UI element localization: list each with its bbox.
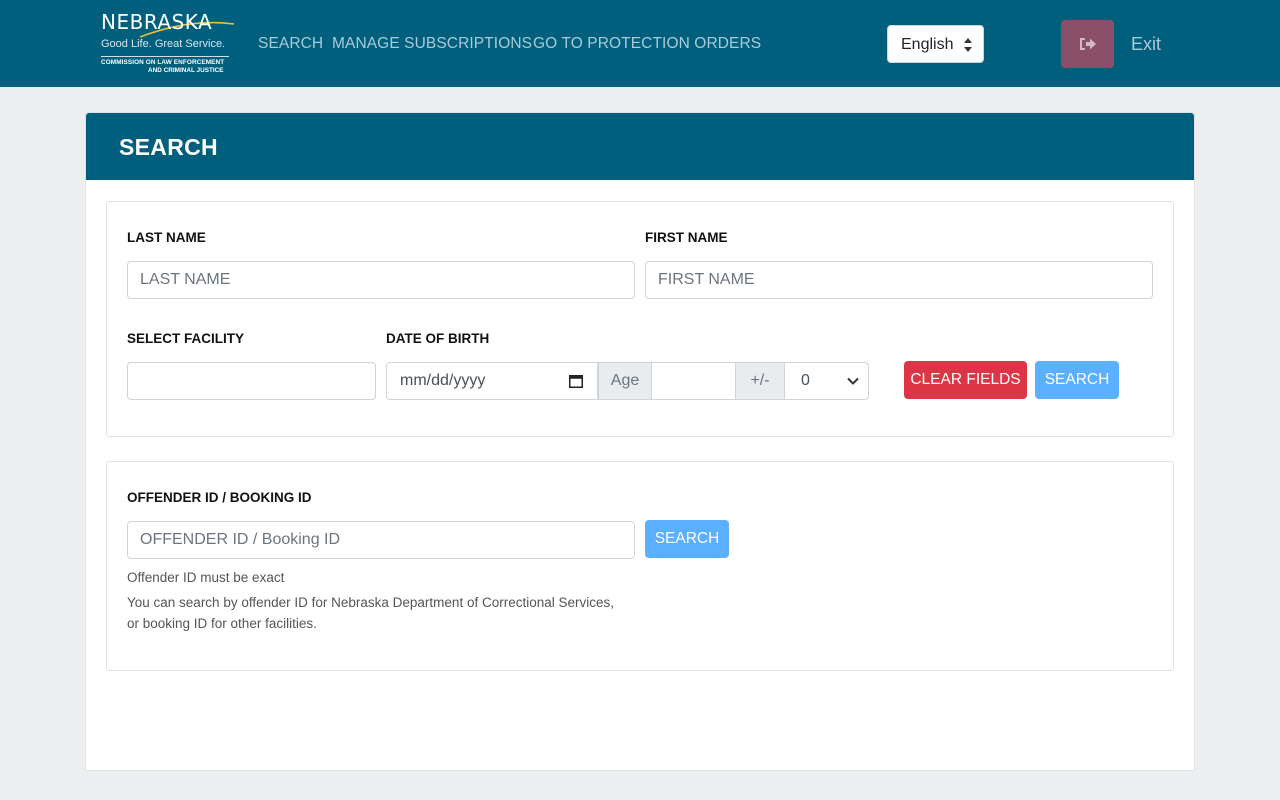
updown-arrows-icon <box>964 38 972 52</box>
logo-divider <box>101 56 229 57</box>
exit-label[interactable]: Exit <box>1131 34 1161 55</box>
offender-id-input[interactable] <box>127 521 635 559</box>
help-exact-text: Offender ID must be exact <box>127 570 285 585</box>
clear-fields-button[interactable]: CLEAR FIELDS <box>904 361 1027 399</box>
dob-input[interactable]: mm/dd/yyyy <box>386 362 598 400</box>
sign-out-icon <box>1080 38 1096 50</box>
id-search-button[interactable]: SEARCH <box>645 520 729 558</box>
dob-input-placeholder: mm/dd/yyyy <box>400 372 486 389</box>
nav-search-link[interactable]: SEARCH <box>258 35 323 53</box>
nebraska-logo[interactable]: NEBRASKA Good Life. Great Service. COMMI… <box>100 10 236 76</box>
age-range-value: 0 <box>801 372 810 389</box>
chevron-down-icon <box>847 377 859 385</box>
facility-select[interactable] <box>127 362 376 400</box>
last-name-input[interactable] <box>127 261 635 299</box>
logo-state: NEBRASKA <box>101 10 213 34</box>
id-search-panel: OFFENDER ID / BOOKING ID SEARCH Offender… <box>106 461 1174 671</box>
offender-id-label: OFFENDER ID / BOOKING ID <box>127 490 312 505</box>
age-range-select[interactable]: 0 <box>784 362 869 400</box>
logo-tagline: Good Life. Great Service. <box>101 38 226 50</box>
logo-commission-line2: AND CRIMINAL JUSTICE <box>148 67 224 74</box>
facility-label: SELECT FACILITY <box>127 331 245 346</box>
age-input[interactable] <box>651 362 736 400</box>
first-name-label: FIRST NAME <box>645 230 728 245</box>
nav-manage-subscriptions-link[interactable]: MANAGE SUBSCRIPTIONS <box>332 35 532 53</box>
language-select[interactable]: English <box>887 25 984 63</box>
language-select-value: English <box>901 36 954 53</box>
plus-minus-addon: +/- <box>735 362 785 400</box>
name-search-panel: LAST NAME FIRST NAME SELECT FACILITY DAT… <box>106 201 1174 437</box>
age-addon: Age <box>598 362 652 400</box>
nav-protection-orders-link[interactable]: GO TO PROTECTION ORDERS <box>533 35 761 53</box>
help-line-1: You can search by offender ID for Nebras… <box>127 595 614 610</box>
search-card: SEARCH LAST NAME FIRST NAME SELECT FACIL… <box>85 112 1195 771</box>
name-search-button[interactable]: SEARCH <box>1035 361 1119 399</box>
logo-commission-line1: COMMISSION ON LAW ENFORCEMENT <box>101 59 225 66</box>
first-name-input[interactable] <box>645 261 1153 299</box>
page-title: SEARCH <box>119 134 218 160</box>
top-navbar: NEBRASKA Good Life. Great Service. COMMI… <box>0 0 1280 87</box>
last-name-label: LAST NAME <box>127 230 206 245</box>
help-line-2: or booking ID for other facilities. <box>127 616 317 631</box>
calendar-icon[interactable] <box>569 374 583 388</box>
search-card-header: SEARCH <box>86 113 1194 180</box>
exit-button[interactable] <box>1061 20 1114 68</box>
dob-label: DATE OF BIRTH <box>386 331 490 346</box>
